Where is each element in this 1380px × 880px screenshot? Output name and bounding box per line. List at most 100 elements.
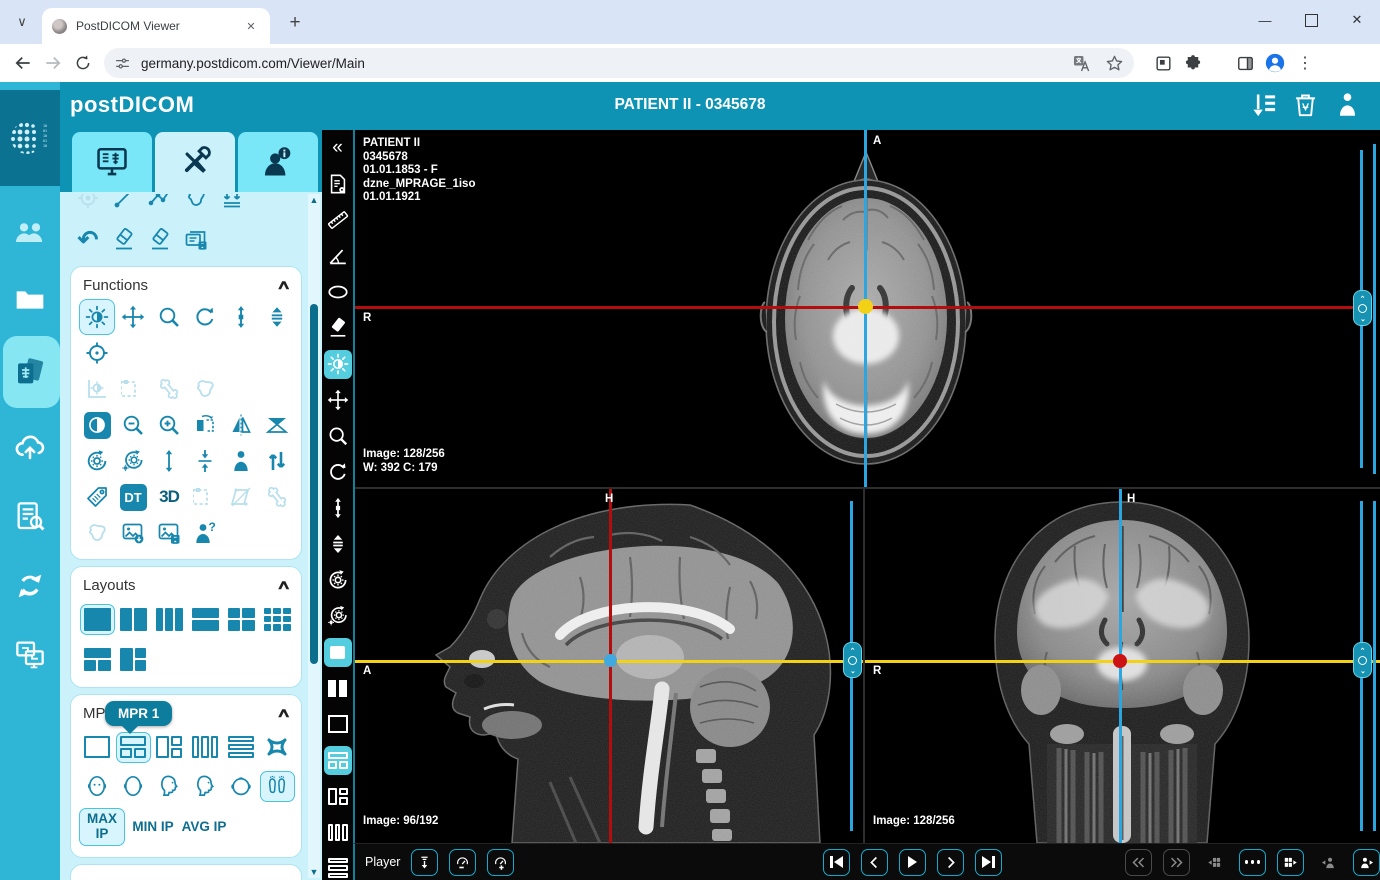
window-level-button[interactable] [79, 299, 115, 335]
mpr-1left-2right-button[interactable] [151, 729, 187, 765]
orientation-posterior-button[interactable] [115, 768, 151, 804]
layout-1left-2right-button[interactable] [322, 778, 353, 814]
extensions-button[interactable] [1178, 48, 1208, 78]
dicom-tags-button[interactable]: DT [115, 479, 151, 515]
report-button[interactable] [322, 166, 353, 202]
sidebar-item-upload[interactable] [0, 414, 60, 478]
collapse-chevron-icon[interactable]: ∧ [277, 277, 292, 293]
speed-increase-button[interactable] [487, 849, 514, 876]
player-download-button[interactable] [411, 849, 438, 876]
zoom-out-button[interactable] [115, 407, 151, 443]
erase-button[interactable] [106, 222, 142, 258]
minimize-button[interactable]: — [1242, 0, 1288, 40]
translate-icon[interactable] [1072, 54, 1091, 73]
angle-button[interactable] [322, 238, 353, 274]
next-patient-button[interactable] [1353, 849, 1380, 876]
next-image-button[interactable] [937, 849, 964, 876]
more-options-button[interactable] [1239, 849, 1266, 876]
ellipse-roi-button[interactable] [322, 274, 353, 310]
tab-patient-info[interactable] [238, 132, 318, 192]
tab-tools[interactable] [155, 132, 235, 192]
browser-tab[interactable]: PostDICOM Viewer ✕ [42, 8, 270, 44]
slice-slider-handle[interactable]: ⌃⌃ [843, 642, 862, 678]
anonymize-button[interactable] [187, 515, 223, 551]
roi-box-button[interactable] [187, 479, 223, 515]
measure-button[interactable] [322, 202, 353, 238]
orientation-right-button[interactable] [187, 768, 223, 804]
previous-image-button[interactable] [861, 849, 888, 876]
profile-button[interactable] [1260, 48, 1290, 78]
roi-select-button[interactable] [115, 371, 151, 407]
sort-queue-button[interactable] [1250, 91, 1278, 119]
flip-horizontal-button[interactable] [187, 407, 223, 443]
viewport-coronal[interactable]: H R Image: 128/256 ⌃⌃ [865, 489, 1380, 843]
layout-1x3-button[interactable] [151, 601, 187, 637]
save-annotations-button[interactable] [178, 222, 214, 258]
previous-series-grid-button[interactable] [1201, 849, 1228, 876]
reset-button[interactable] [322, 562, 353, 598]
layout-two-button[interactable] [322, 670, 353, 706]
scroll-button[interactable] [223, 299, 259, 335]
crosshair-center-dot[interactable] [1113, 654, 1127, 668]
sidebar-item-share-screen[interactable] [0, 622, 60, 686]
crosshair-center-dot[interactable] [858, 299, 873, 314]
roi-skew-button[interactable] [223, 479, 259, 515]
forward-button[interactable] [38, 48, 68, 78]
min-ip-button[interactable]: MIN IP [130, 808, 176, 846]
slice-slider-handle[interactable]: ⌃⌃ [1353, 290, 1372, 326]
stack-scroll-button[interactable] [259, 299, 295, 335]
sidebar-item-patients[interactable] [0, 200, 60, 264]
tab-capture-button[interactable] [1148, 48, 1178, 78]
bone-tool-button[interactable] [151, 371, 187, 407]
zoom-button[interactable] [151, 299, 187, 335]
previous-patient-button[interactable] [1315, 849, 1342, 876]
invert-button[interactable] [79, 407, 115, 443]
frame-outline-button[interactable] [322, 706, 353, 742]
window-level-button-active[interactable] [322, 346, 353, 382]
reset-window-button[interactable] [322, 598, 353, 634]
layout-1left-2right-button[interactable] [115, 641, 151, 677]
fit-patient-button[interactable] [223, 443, 259, 479]
previous-series-button[interactable] [1125, 849, 1152, 876]
last-image-button[interactable] [975, 849, 1002, 876]
mpr-layout-button-active[interactable] [322, 742, 353, 778]
probe-tool-button[interactable] [70, 194, 106, 216]
close-window-button[interactable]: ✕ [1334, 0, 1380, 40]
erase-all-button[interactable] [142, 222, 178, 258]
sort-order-button[interactable] [259, 443, 295, 479]
polyline-tool-button[interactable] [142, 194, 178, 216]
window-level-roi-button[interactable] [79, 371, 115, 407]
spine-label-button[interactable] [214, 194, 250, 216]
orientation-head-button[interactable] [223, 768, 259, 804]
side-panel-button[interactable] [1230, 48, 1260, 78]
orientation-feet-button[interactable] [259, 768, 295, 804]
account-button[interactable] [1334, 91, 1362, 119]
next-series-grid-button[interactable] [1277, 849, 1304, 876]
address-bar[interactable]: germany.postdicom.com/Viewer/Main [104, 48, 1134, 78]
layout-single-button-active[interactable] [322, 634, 353, 670]
mpr-3rows-button[interactable] [223, 729, 259, 765]
orientation-anterior-button[interactable] [79, 768, 115, 804]
freehand-tool-button[interactable] [178, 194, 214, 216]
sidebar-item-worklist[interactable] [0, 484, 60, 548]
sidebar-item-sync[interactable] [0, 554, 60, 618]
browser-menu-button[interactable]: ⋮ [1290, 48, 1320, 78]
pan-button[interactable] [115, 299, 151, 335]
localizer-button[interactable] [79, 335, 115, 371]
layout-3x3-button[interactable] [259, 601, 295, 637]
panel-scrollbar[interactable]: ▲ ▼ [308, 194, 320, 878]
recycle-bin-button[interactable] [1292, 91, 1320, 119]
bookmark-star-icon[interactable] [1105, 54, 1124, 73]
scroll-button[interactable] [322, 490, 353, 526]
flip-triangles-button[interactable] [259, 407, 295, 443]
sidebar-item-folders[interactable] [0, 268, 60, 332]
layout-1top-2bottom-button[interactable] [79, 641, 115, 677]
collapse-chevron-icon[interactable]: ∧ [277, 577, 292, 593]
stack-button[interactable] [322, 526, 353, 562]
avg-ip-button[interactable]: AVG IP [181, 808, 227, 846]
layout-3row-button[interactable] [322, 850, 353, 880]
play-button[interactable] [899, 849, 926, 876]
layout-3col-button[interactable] [322, 814, 353, 850]
rotate-button[interactable] [187, 299, 223, 335]
mpr-1top-2bottom-button[interactable] [115, 729, 151, 765]
